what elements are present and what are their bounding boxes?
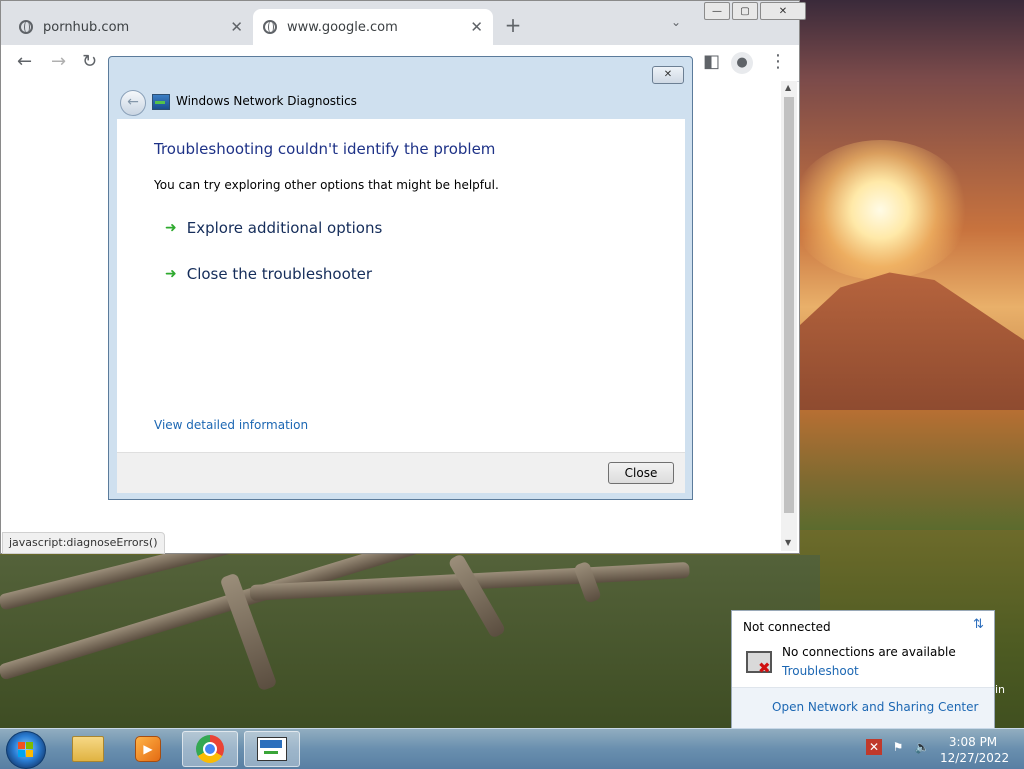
option-label: Close the troubleshooter: [186, 265, 373, 283]
minimize-button[interactable]: —: [704, 2, 730, 20]
close-troubleshooter-link[interactable]: ➜ Close the troubleshooter: [165, 265, 372, 283]
globe-icon: [263, 20, 277, 34]
dialog-subtext: You can try exploring other options that…: [154, 178, 499, 192]
maximize-button[interactable]: ▢: [732, 2, 758, 20]
tab-close-icon[interactable]: ✕: [470, 18, 483, 36]
network-diagnostics-icon: [152, 94, 170, 110]
tab-title: www.google.com: [287, 19, 398, 35]
network-disconnected-icon[interactable]: ✕: [866, 739, 882, 755]
green-arrow-icon: ➜: [165, 266, 177, 282]
back-arrow-icon[interactable]: ←: [120, 90, 146, 116]
tab-strip: pornhub.com ✕ www.google.com ✕ + ⌄ — ▢ ✕: [1, 1, 806, 45]
volume-icon[interactable]: 🔈: [914, 739, 930, 755]
action-center-flag-icon[interactable]: ⚑: [890, 739, 906, 755]
forward-arrow-icon[interactable]: →: [51, 51, 66, 72]
dialog-body: Troubleshooting couldn't identify the pr…: [117, 119, 685, 452]
flyout-footer: Open Network and Sharing Center: [732, 687, 994, 728]
explorer-taskbar-button[interactable]: [60, 731, 116, 767]
kebab-menu-icon[interactable]: ⋮: [769, 51, 787, 72]
reload-icon[interactable]: ↻: [82, 51, 97, 72]
tab-title: pornhub.com: [43, 19, 130, 35]
tab-google[interactable]: www.google.com ✕: [253, 9, 493, 45]
scroll-up-arrow-icon[interactable]: ▲: [785, 83, 791, 92]
tab-pornhub[interactable]: pornhub.com ✕: [9, 9, 253, 45]
back-arrow-icon[interactable]: ←: [17, 51, 32, 72]
no-connections-message: No connections are available: [782, 645, 956, 659]
no-network-icon: ✖: [742, 647, 774, 677]
troubleshoot-link[interactable]: Troubleshoot: [782, 664, 859, 678]
connection-status: Not connected: [743, 620, 831, 634]
new-tab-button[interactable]: +: [501, 13, 525, 37]
dialog-heading: Troubleshooting couldn't identify the pr…: [154, 140, 496, 158]
refresh-icon[interactable]: ⇅: [973, 617, 984, 632]
green-arrow-icon: ➜: [165, 220, 177, 236]
desktop-field: [800, 410, 1024, 530]
globe-icon: [19, 20, 33, 34]
network-sharing-center-link[interactable]: Open Network and Sharing Center: [772, 700, 978, 714]
desktop-mountain: [800, 272, 1024, 415]
tab-close-icon[interactable]: ✕: [230, 18, 243, 36]
window-controls: — ▢ ✕: [704, 2, 808, 20]
clock-date: 12/27/2022: [940, 751, 1010, 765]
folder-icon: [72, 736, 104, 762]
dialog-title: Windows Network Diagnostics: [176, 94, 357, 108]
page-scrollbar[interactable]: ▲ ▼: [781, 81, 797, 551]
profile-avatar-icon[interactable]: ●: [731, 52, 753, 74]
option-label: Explore additional options: [186, 219, 383, 237]
network-flyout: Not connected ⇅ ✖ No connections are ava…: [731, 610, 995, 728]
taskbar-clock[interactable]: 3:08 PM 12/27/2022: [940, 734, 1010, 766]
windows-logo-icon: [18, 742, 34, 758]
clock-time: 3:08 PM: [948, 735, 998, 749]
desktop-sun: [790, 140, 970, 280]
desktop-fence-area: [0, 515, 820, 735]
dialog-close-button[interactable]: ✕: [652, 66, 684, 84]
network-diagnostics-taskbar-button[interactable]: [244, 731, 300, 767]
status-bubble: javascript:diagnoseErrors(): [2, 532, 165, 554]
scroll-down-arrow-icon[interactable]: ▼: [785, 538, 791, 547]
window-close-button[interactable]: ✕: [760, 2, 806, 20]
close-button[interactable]: Close: [608, 462, 674, 484]
system-tray: ✕ ⚑ 🔈: [866, 739, 930, 755]
dialog-footer: Close: [117, 452, 685, 493]
sidebar-panel-icon[interactable]: ◧: [703, 51, 720, 72]
media-player-icon: ▶: [135, 736, 161, 762]
network-diagnostics-dialog: ✕ ← Windows Network Diagnostics Troubles…: [108, 56, 693, 500]
scrollbar-thumb[interactable]: [784, 97, 794, 513]
explore-options-link[interactable]: ➜ Explore additional options: [165, 219, 382, 237]
taskbar: ▶ ✕ ⚑ 🔈 3:08 PM 12/27/2022: [0, 728, 1024, 769]
view-detailed-information-link[interactable]: View detailed information: [154, 418, 308, 432]
start-button[interactable]: [6, 731, 46, 769]
chrome-icon: [196, 735, 224, 763]
tab-search-chevron-icon[interactable]: ⌄: [671, 15, 681, 29]
desktop-edge-text: in: [995, 683, 1006, 696]
media-player-taskbar-button[interactable]: ▶: [120, 731, 176, 767]
network-diagnostics-icon: [257, 737, 287, 761]
chrome-taskbar-button[interactable]: [182, 731, 238, 767]
